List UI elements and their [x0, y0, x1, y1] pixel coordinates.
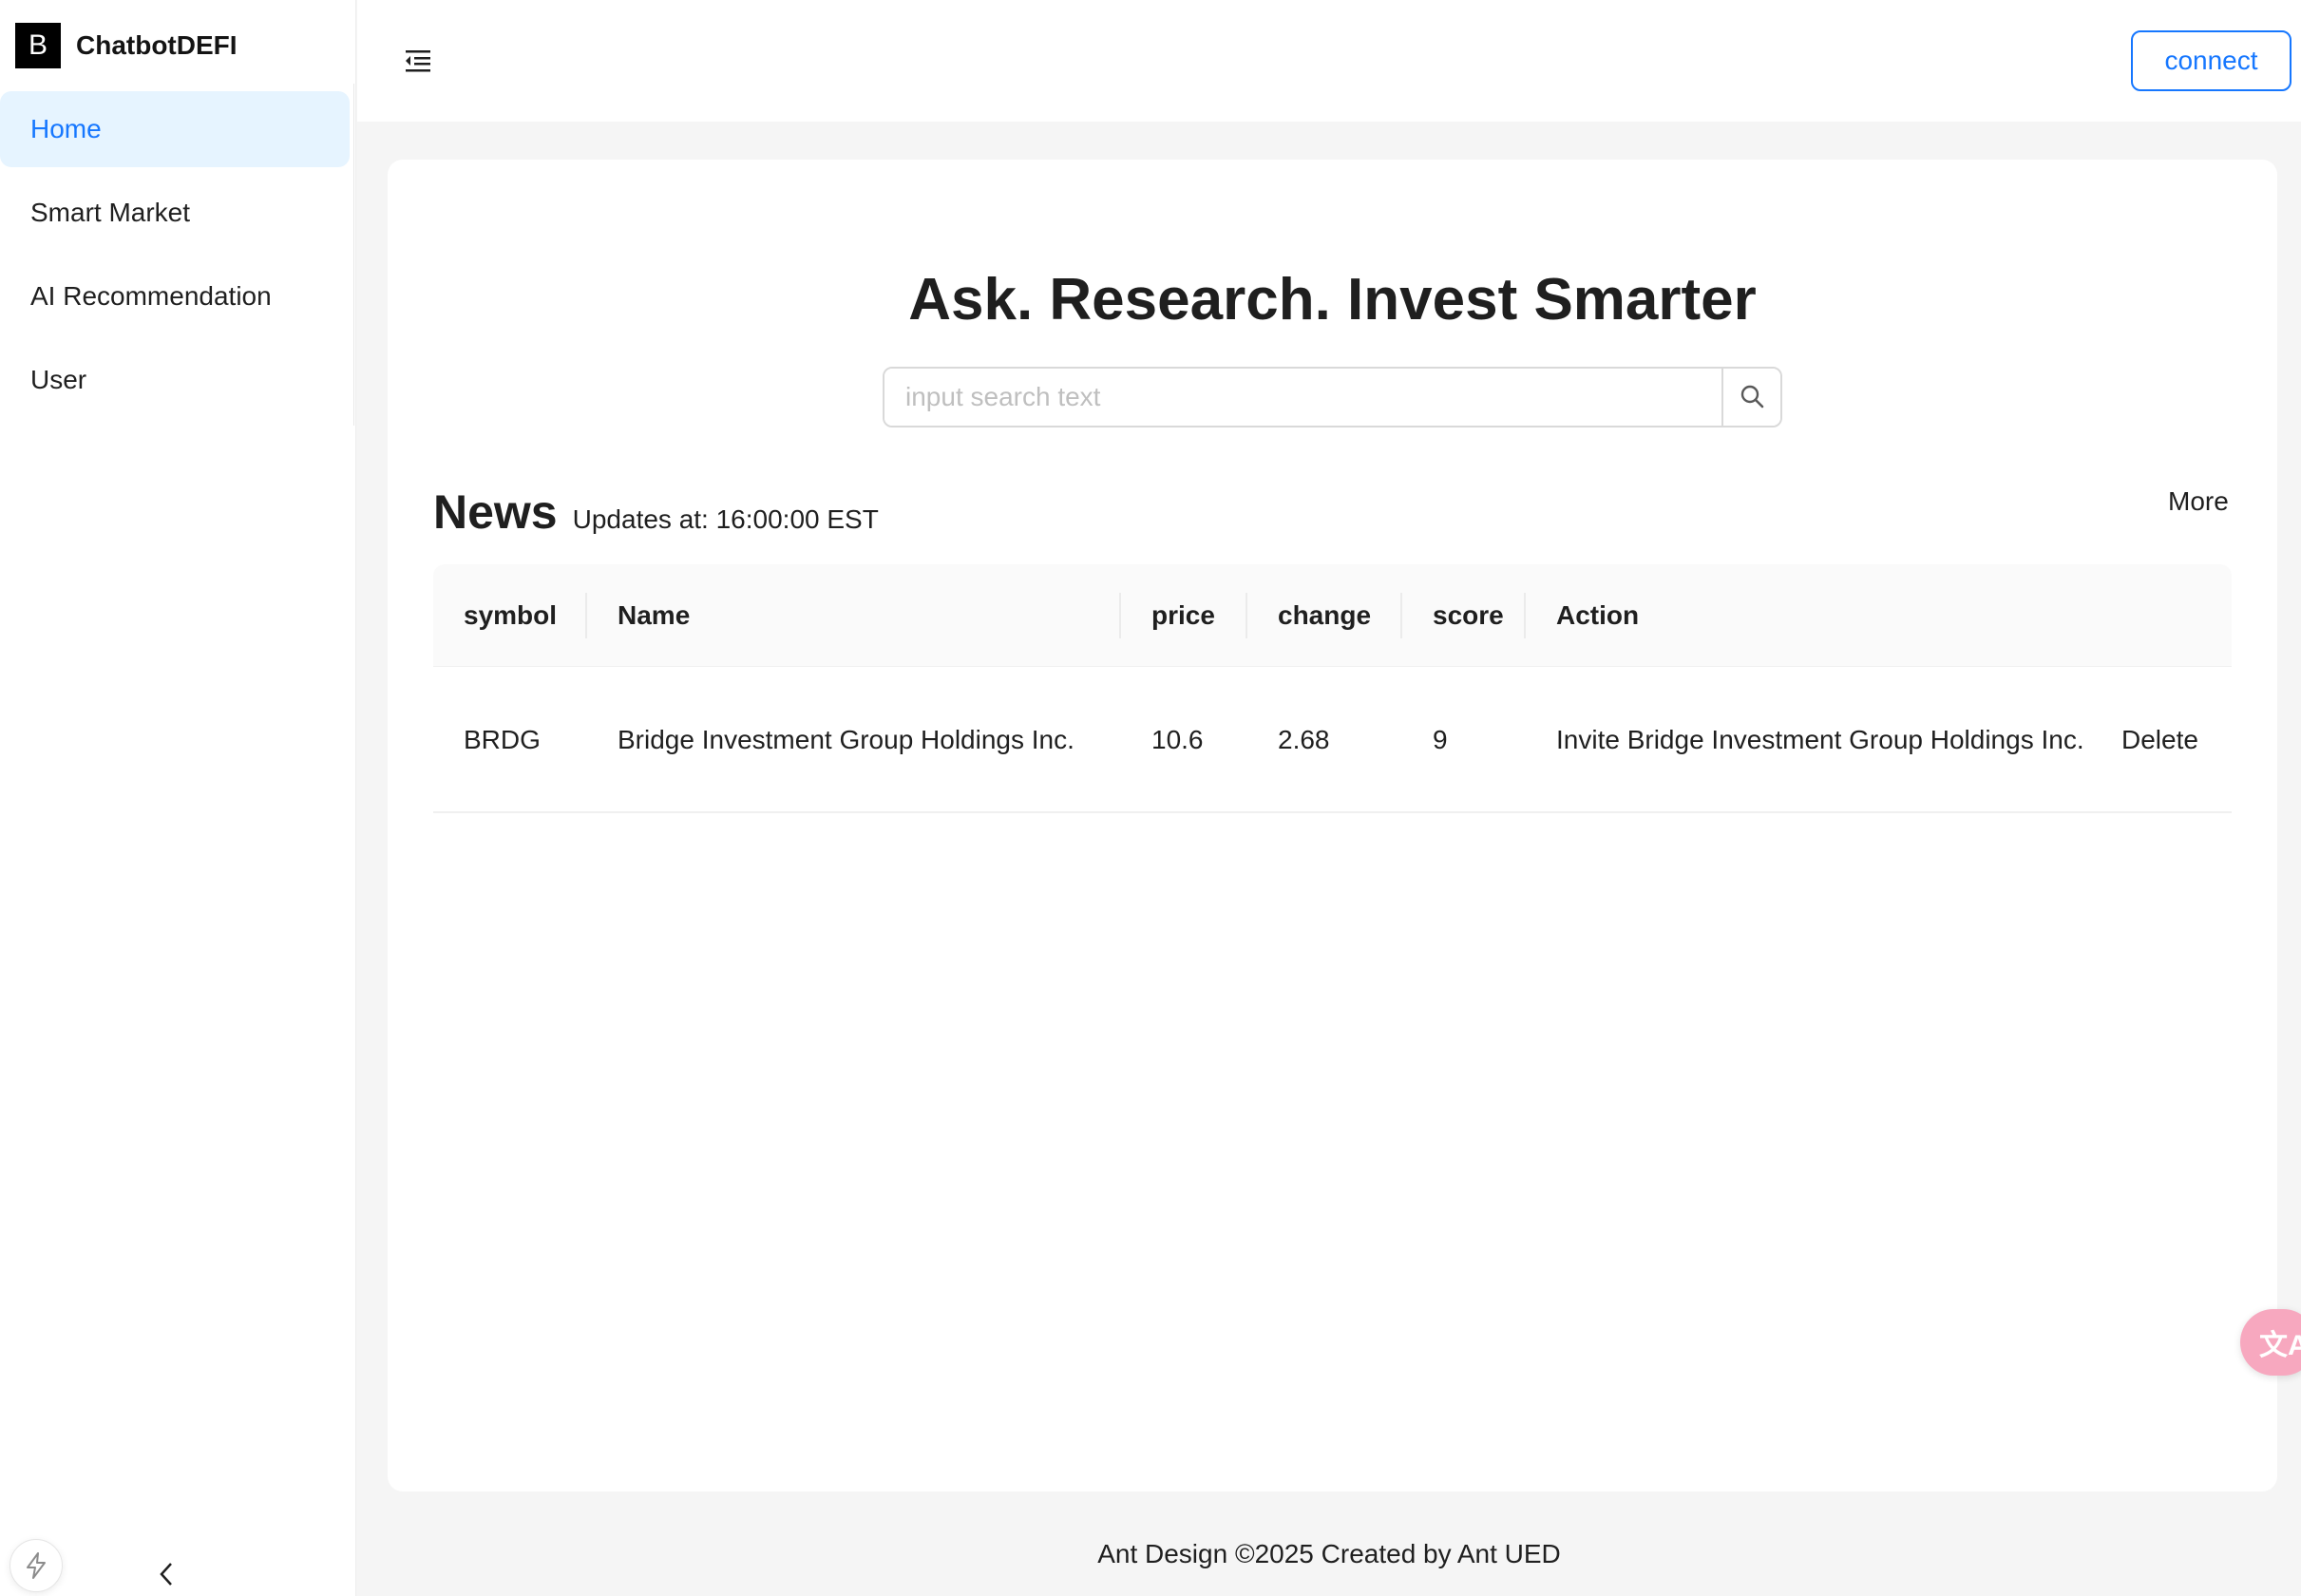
news-updated-time: Updates at: 16:00:00 EST — [572, 504, 879, 534]
main-content: Ask. Research. Invest Smarter News Updat… — [388, 160, 2277, 1492]
sidebar-divider — [353, 84, 354, 426]
column-divider — [1119, 593, 1121, 638]
footer-text: Ant Design ©2025 Created by Ant UED — [1097, 1539, 1561, 1568]
sidebar-item-user[interactable]: User — [0, 342, 350, 418]
news-title: News — [433, 485, 558, 539]
translate-icon[interactable]: 文A — [2240, 1309, 2301, 1376]
column-divider — [585, 593, 587, 638]
cell-change: 2.68 — [1278, 725, 1330, 754]
column-divider — [1246, 593, 1247, 638]
column-header-symbol[interactable]: symbol — [464, 564, 557, 667]
news-header: News Updates at: 16:00:00 EST — [433, 484, 879, 540]
column-divider — [1400, 593, 1402, 638]
search-bar — [883, 367, 1782, 428]
news-table: symbol Name price change score Action BR… — [433, 564, 2232, 813]
connect-button[interactable]: connect — [2131, 30, 2291, 91]
cell-score: 9 — [1433, 725, 1448, 754]
header: connect — [357, 0, 2301, 122]
invite-link[interactable]: Invite Bridge Investment Group Holdings … — [1556, 667, 2088, 813]
brand[interactable]: B ChatbotDEFI — [15, 23, 238, 68]
cell-price: 10.6 — [1151, 725, 1204, 754]
column-header-change[interactable]: change — [1278, 564, 1371, 667]
sidebar-menu: Home Smart Market AI Recommendation User — [0, 91, 350, 426]
delete-button[interactable]: Delete — [2121, 667, 2198, 813]
cell-symbol: BRDG — [464, 725, 541, 754]
search-input[interactable] — [884, 369, 1721, 426]
column-header-action[interactable]: Action — [1556, 564, 1639, 667]
chevron-left-icon[interactable] — [152, 1560, 181, 1588]
table-header: symbol Name price change score Action — [433, 564, 2232, 667]
column-header-score[interactable]: score — [1433, 564, 1504, 667]
column-header-price[interactable]: price — [1151, 564, 1215, 667]
cell-name: Bridge Investment Group Holdings Inc. — [618, 725, 1074, 754]
page-title: Ask. Research. Invest Smarter — [908, 267, 1757, 332]
menu-fold-icon[interactable] — [403, 46, 433, 76]
app-name: ChatbotDEFI — [76, 30, 238, 60]
sidebar-item-home[interactable]: Home — [0, 91, 350, 167]
column-divider — [1524, 593, 1526, 638]
table-row: BRDG Bridge Investment Group Holdings In… — [433, 667, 2232, 813]
search-icon — [1739, 383, 1765, 412]
search-button[interactable] — [1721, 369, 1780, 426]
logo-icon: B — [15, 23, 61, 68]
sidebar-item-ai-recommendation[interactable]: AI Recommendation — [0, 258, 350, 334]
more-link[interactable]: More — [2168, 486, 2229, 517]
column-header-name[interactable]: Name — [618, 564, 690, 667]
sidebar: B ChatbotDEFI Home Smart Market AI Recom… — [0, 0, 356, 1596]
sidebar-item-smart-market[interactable]: Smart Market — [0, 175, 350, 251]
bolt-icon[interactable] — [10, 1539, 63, 1592]
